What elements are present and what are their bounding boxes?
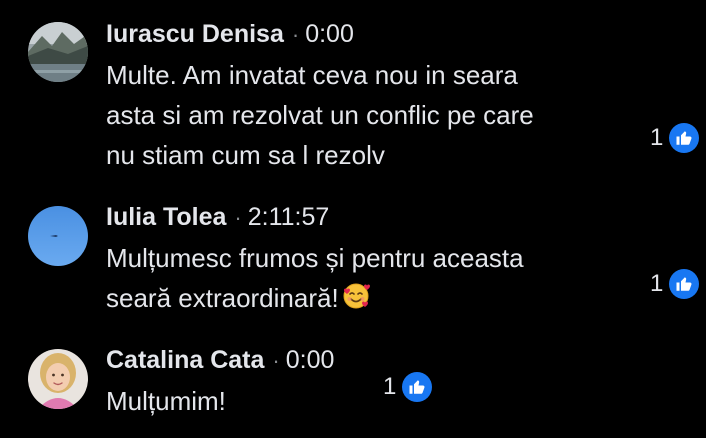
reaction-summary[interactable]: 1	[650, 123, 700, 153]
reaction-summary[interactable]: 1	[650, 269, 700, 299]
like-icon	[669, 269, 700, 299]
avatar[interactable]	[28, 22, 88, 82]
comment-line: asta si am rezolvat un conflic pe care	[106, 100, 534, 130]
timestamp[interactable]: 2:11:57	[248, 203, 330, 231]
comment-line: nu stiam cum sa l rezolv	[106, 140, 385, 170]
comment-line: seară extraordinară!	[106, 278, 524, 318]
comment-header: Iulia Tolea · 2:11:57	[106, 202, 329, 233]
comment-line: Mulțumesc frumos și pentru aceasta	[106, 243, 524, 273]
timestamp[interactable]: 0:00	[286, 346, 335, 374]
timestamp[interactable]: 0:00	[305, 20, 354, 48]
child-portrait-icon	[28, 349, 88, 409]
separator-dot: ·	[272, 348, 280, 373]
comment-line-text: seară extraordinară!	[106, 283, 339, 313]
comment-item: Iulia Tolea · 2:11:57 Mulțumesc frumos și …	[0, 190, 706, 335]
smiling-face-with-hearts-icon	[341, 281, 371, 311]
reaction-count: 1	[650, 124, 664, 151]
comment-text: Mulțumesc frumos și pentru aceasta seară…	[106, 238, 524, 318]
author-name[interactable]: Iurascu Denisa	[106, 20, 284, 48]
comment-header: Iurascu Denisa · 0:00	[106, 19, 354, 50]
comment-line: Mulțumim!	[106, 386, 226, 416]
separator-dot: ·	[291, 22, 300, 47]
blue-sky-photo-icon	[28, 206, 88, 266]
reaction-summary[interactable]: 1	[383, 372, 433, 402]
avatar[interactable]	[28, 206, 88, 266]
avatar[interactable]	[28, 349, 88, 409]
comment-text: Multe. Am invatat ceva nou in seara asta…	[106, 55, 534, 175]
reaction-count: 1	[650, 270, 664, 297]
author-name[interactable]: Iulia Tolea	[106, 203, 226, 231]
comment-line: Multe. Am invatat ceva nou in seara	[106, 60, 518, 90]
comment-item: Catalina Cata · 0:00 Mulțumim! 1	[0, 335, 706, 438]
separator-dot: ·	[234, 205, 242, 230]
landscape-photo-icon	[28, 22, 88, 82]
like-icon	[402, 372, 433, 402]
comment-text: Mulțumim!	[106, 381, 226, 421]
like-icon	[669, 123, 700, 153]
comment-header: Catalina Cata · 0:00	[106, 345, 334, 376]
author-name[interactable]: Catalina Cata	[106, 346, 264, 374]
comment-item: Iurascu Denisa · 0:00 Multe. Am invatat ce…	[0, 0, 706, 190]
reaction-count: 1	[383, 373, 397, 400]
